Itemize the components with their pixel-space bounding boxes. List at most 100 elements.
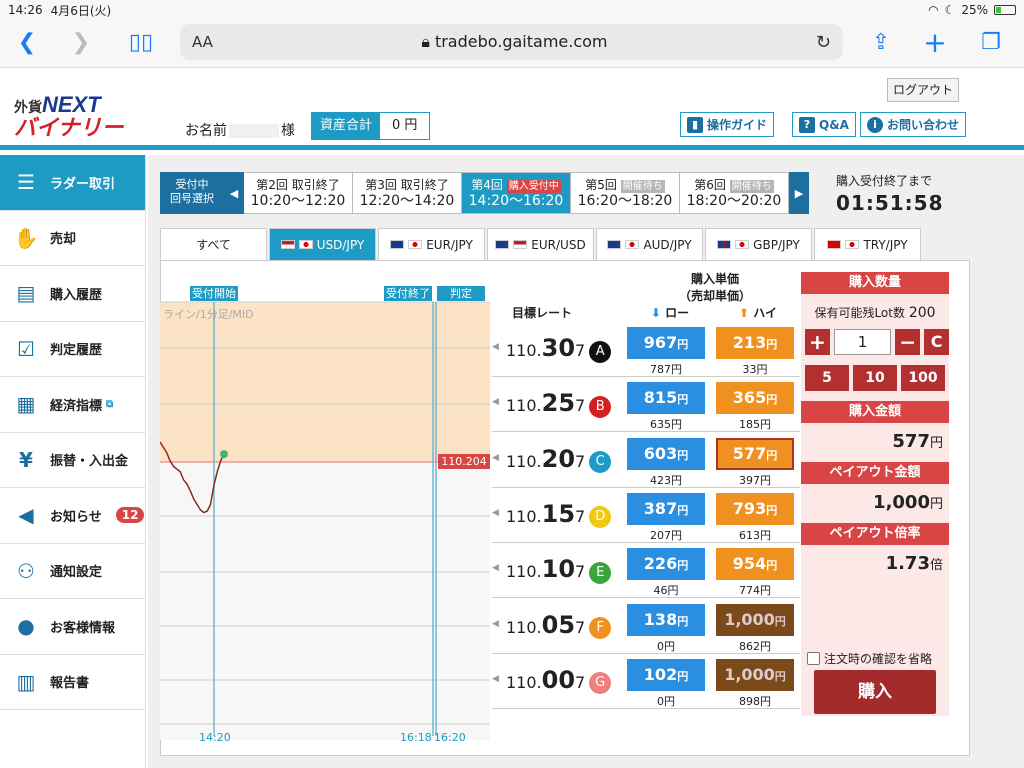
flag-icon <box>408 240 423 249</box>
sidebar-item-2[interactable]: ▤ 購入履歴 <box>0 266 145 322</box>
qty-100-button[interactable]: 100 <box>901 365 945 391</box>
address-bar[interactable]: AA 🔒︎ tradebo.gaitame.com ↻ <box>180 24 843 60</box>
round-prev-icon[interactable]: ◀ <box>224 172 244 214</box>
qty-10-button[interactable]: 10 <box>853 365 897 391</box>
round-time: 16:20〜18:20 <box>577 193 673 209</box>
qa-button[interactable]: ? Q&A <box>792 112 856 137</box>
logo[interactable]: 外貨NEXT バイナリー <box>14 92 124 139</box>
currency-tab-5[interactable]: GBP/JPY <box>705 228 812 260</box>
sidebar-item-5[interactable]: ¥ 振替・入出金 <box>0 433 145 488</box>
currency-tab-1[interactable]: USD/JPY <box>269 228 376 260</box>
qty-presets: 5 10 100 <box>805 365 949 391</box>
share-icon[interactable]: ⇪ <box>866 28 896 58</box>
rate-big: 25 <box>541 389 576 418</box>
sidebar-item-8[interactable]: ● お客様情報 <box>0 599 145 655</box>
tabs-icon[interactable]: ❐ <box>976 28 1006 58</box>
high-buy-button[interactable]: 954円 <box>716 548 794 581</box>
clipboard-icon: ▥ <box>16 669 36 694</box>
buy-button[interactable]: 購入 <box>814 670 936 714</box>
low-buy-button[interactable]: 603円 <box>627 437 705 470</box>
payout-number: 1,000 <box>873 492 930 513</box>
flag-icon <box>495 240 510 249</box>
countdown-value: 01:51:58 <box>836 191 944 215</box>
lots-remaining: 保有可能残Lot数 200 <box>801 304 949 321</box>
round-item-2[interactable]: 第4回 購入受付中 14:20〜16:20 <box>462 172 571 214</box>
reload-icon[interactable]: ↻ <box>816 32 831 53</box>
low-sell-price: 635円 <box>650 418 682 432</box>
name-suffix: 様 <box>281 123 295 139</box>
low-price: 967 <box>643 333 678 352</box>
back-icon[interactable]: ❮ <box>12 28 42 58</box>
round-item-3[interactable]: 第5回 開催待ち 16:20〜18:20 <box>571 172 680 214</box>
target-rate: 110.207 C <box>506 445 612 474</box>
low-buy-button[interactable]: 967円 <box>627 327 705 359</box>
amount-title: 購入金額 <box>801 401 949 423</box>
high-buy-button[interactable]: 793円 <box>716 492 794 525</box>
sidebar-item-1[interactable]: ✋ 売却 <box>0 211 145 266</box>
forward-icon[interactable]: ❯ <box>66 28 96 58</box>
currency-tab-label: EUR/USD <box>531 237 586 252</box>
qty-input[interactable]: 1 <box>833 329 892 355</box>
currency-tab-3[interactable]: EUR/USD <box>487 228 594 260</box>
status-time: 14:26 <box>8 3 43 17</box>
sidebar-item-3[interactable]: ☑ 判定履歴 <box>0 322 145 377</box>
high-unit: 円 <box>766 393 778 407</box>
high-unit: 円 <box>774 669 786 683</box>
sidebar-item-4[interactable]: ▦ 経済指標 ⧉ <box>0 377 145 433</box>
currency-tab-6[interactable]: TRY/JPY <box>814 228 921 260</box>
row-pointer-icon: ◀ <box>492 342 499 352</box>
rate-row-C: ◀ 110.207 C 603円 577円 423円 397円 <box>492 433 800 488</box>
moon-icon: ☾ <box>944 3 956 17</box>
new-tab-icon[interactable]: + <box>920 28 950 58</box>
high-buy-button[interactable]: 1,000円 <box>716 603 794 636</box>
rate-row-D: ◀ 110.157 D 387円 793円 207円 613円 <box>492 488 800 543</box>
logout-button[interactable]: ログアウト <box>887 78 959 102</box>
chart-label-open: 受付開始 <box>190 286 238 301</box>
qty-minus-button[interactable]: − <box>895 329 921 355</box>
low-buy-button[interactable]: 815円 <box>627 382 705 415</box>
reader-aa-button[interactable]: AA <box>192 33 213 51</box>
low-buy-button[interactable]: 102円 <box>627 658 705 691</box>
round-select-button[interactable]: 受付中 回号選択 <box>160 172 224 214</box>
high-header-label: ハイ <box>753 306 777 320</box>
round-item-1[interactable]: 第3回 取引終了 12:20〜14:20 <box>353 172 462 214</box>
low-buy-button[interactable]: 226円 <box>627 548 705 581</box>
sidebar-item-label: 報告書 <box>50 676 90 692</box>
skip-confirm[interactable]: 注文時の確認を省略 <box>807 650 932 667</box>
rate-big: 00 <box>541 665 576 694</box>
flag-icon <box>717 240 732 249</box>
round-item-4[interactable]: 第6回 開催待ち 18:20〜20:20 <box>680 172 789 214</box>
sidebar-item-label: 判定履歴 <box>50 343 103 359</box>
qty-plus-button[interactable]: + <box>805 329 830 355</box>
contact-button[interactable]: i お問い合わせ <box>860 112 967 137</box>
qty-5-button[interactable]: 5 <box>805 365 849 391</box>
sidebar-item-7[interactable]: ⚇ 通知設定 <box>0 544 145 599</box>
sidebar-item-label: 購入履歴 <box>50 287 103 303</box>
rate-letter-badge: G <box>589 672 612 695</box>
rate-letter-badge: C <box>589 451 612 474</box>
guide-button[interactable]: ▮ 操作ガイド <box>680 112 775 137</box>
sidebar-item-6[interactable]: ◀ お知らせ 12 <box>0 488 145 544</box>
round-item-0[interactable]: 第2回 取引終了 10:20〜12:20 <box>244 172 353 214</box>
low-buy-button[interactable]: 138円 <box>627 603 705 636</box>
skip-confirm-checkbox[interactable] <box>807 652 820 665</box>
currency-tab-label: TRY/JPY <box>863 237 908 252</box>
sidebar-item-9[interactable]: ▥ 報告書 <box>0 655 145 710</box>
low-buy-button[interactable]: 387円 <box>627 492 705 525</box>
currency-tab-0[interactable]: すべて <box>160 228 267 260</box>
bookmarks-icon[interactable]: ▯▯ <box>126 28 156 58</box>
rate-suffix: 7 <box>575 506 586 526</box>
high-buy-button[interactable]: 577円 <box>716 437 794 470</box>
high-buy-button[interactable]: 213円 <box>716 327 794 359</box>
high-buy-button[interactable]: 1,000円 <box>716 658 794 691</box>
round-next-icon[interactable]: ▶ <box>789 172 809 214</box>
sidebar-item-0[interactable]: ☰ ラダー取引 <box>0 155 145 211</box>
high-header: ⬆ ハイ <box>728 304 788 321</box>
currency-tab-4[interactable]: AUD/JPY <box>596 228 703 260</box>
high-buy-button[interactable]: 365円 <box>716 382 794 415</box>
sidebar-item-label: お客様情報 <box>50 620 116 636</box>
target-rate: 110.107 E <box>506 555 612 584</box>
currency-tab-2[interactable]: EUR/JPY <box>378 228 485 260</box>
qty-clear-button[interactable]: C <box>924 329 950 355</box>
round-time: 10:20〜12:20 <box>250 193 346 209</box>
